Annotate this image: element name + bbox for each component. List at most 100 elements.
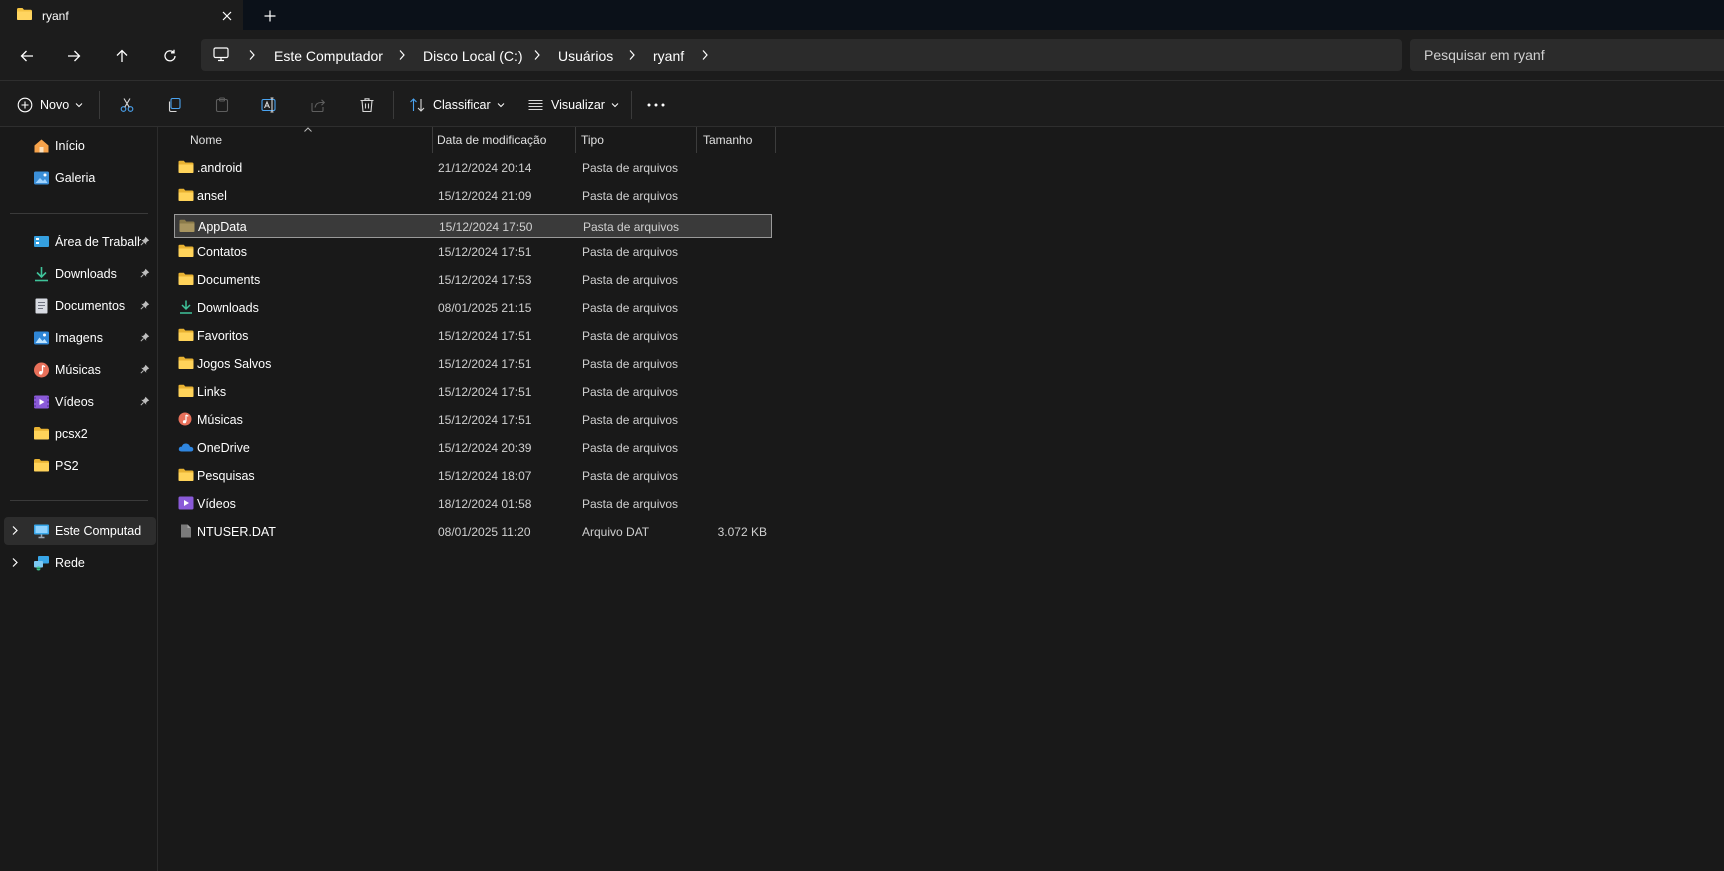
table-row[interactable]: Vídeos 18/12/2024 01:58 Pasta de arquivo… [174,491,772,517]
arrow-up-icon[interactable] [110,44,134,68]
sidebar-item-ps2[interactable]: PS2 [0,452,158,480]
gallery-icon [33,170,50,186]
paste-icon[interactable] [210,93,234,117]
table-row[interactable]: Contatos 15/12/2024 17:51 Pasta de arqui… [174,239,772,265]
pin-icon[interactable] [140,364,150,374]
sidebar-item-label: Início [55,139,85,153]
pin-icon[interactable] [140,300,150,310]
table-row[interactable]: Pesquisas 15/12/2024 18:07 Pasta de arqu… [174,463,772,489]
file-type: Pasta de arquivos [583,220,680,234]
file-size: 3.072 KB [717,525,767,539]
table-row-selected[interactable]: AppData 15/12/2024 17:50 Pasta de arquiv… [174,214,772,238]
column-resize-handle[interactable] [775,127,776,153]
chevron-right-icon[interactable] [398,49,406,61]
tab-ryanf[interactable]: ryanf [0,0,243,30]
address-row: Este Computador Disco Local (C:) Usuário… [0,30,1724,80]
pin-icon[interactable] [140,236,150,246]
column-header-label: Data de modificação [437,133,547,147]
sidebar-item-label: Músicas [55,363,101,377]
chevron-right-icon[interactable] [248,49,256,61]
sidebar-item-este-computador[interactable]: Este Computador [4,517,156,545]
view-button-label: Visualizar [551,98,605,112]
table-row[interactable]: ansel 15/12/2024 21:09 Pasta de arquivos [174,183,772,209]
refresh-icon[interactable] [158,44,182,68]
sort-icon [409,97,426,113]
breadcrumb-usuarios[interactable]: Usuários [558,48,613,64]
arrow-left-icon[interactable] [15,44,39,68]
video-icon [33,394,50,410]
table-row[interactable]: Músicas 15/12/2024 17:51 Pasta de arquiv… [174,407,772,433]
search-input[interactable] [1424,46,1704,64]
navigation-pane: Início Galeria Área de Trabalho Download… [0,127,158,871]
more-icon[interactable] [644,93,668,117]
column-header-label: Tipo [581,133,604,147]
chevron-down-icon [611,102,619,108]
monitor-icon[interactable] [213,47,229,62]
sidebar-item-area-de-trabalho[interactable]: Área de Trabalho [0,228,158,256]
table-row[interactable]: .android 21/12/2024 20:14 Pasta de arqui… [174,155,772,181]
breadcrumb-este-computador[interactable]: Este Computador [274,48,383,64]
sidebar-divider [10,500,148,501]
video-icon [178,496,194,510]
view-button[interactable]: Visualizar [527,93,619,117]
chevron-right-icon[interactable] [11,557,19,568]
pin-icon[interactable] [140,396,150,406]
file-name: Vídeos [197,497,236,511]
file-name: Documents [197,273,261,287]
table-row[interactable]: NTUSER.DAT 08/01/2025 11:20 Arquivo DAT … [174,519,772,545]
address-bar[interactable]: Este Computador Disco Local (C:) Usuário… [201,39,1402,71]
search-box[interactable] [1410,39,1724,71]
cut-icon[interactable] [115,93,139,117]
title-bar: ryanf [0,0,1724,30]
sidebar-item-inicio[interactable]: Início [0,132,158,160]
delete-icon[interactable] [355,93,379,117]
share-icon[interactable] [306,93,330,117]
sidebar-item-label: pcsx2 [55,427,88,441]
column-header-tipo[interactable]: Tipo [576,127,696,153]
table-row[interactable]: Favoritos 15/12/2024 17:51 Pasta de arqu… [174,323,772,349]
table-row[interactable]: Jogos Salvos 15/12/2024 17:51 Pasta de a… [174,351,772,377]
table-row[interactable]: Documents 15/12/2024 17:53 Pasta de arqu… [174,267,772,293]
new-button-label: Novo [40,98,70,112]
sidebar-item-pcsx2[interactable]: pcsx2 [0,420,158,448]
file-type: Pasta de arquivos [582,497,679,511]
table-row[interactable]: Downloads 08/01/2025 21:15 Pasta de arqu… [174,295,772,321]
sort-button[interactable]: Classificar [409,93,505,117]
breadcrumb-ryanf[interactable]: ryanf [653,48,684,64]
new-button[interactable]: Novo [17,93,83,117]
pin-icon[interactable] [140,268,150,278]
chevron-right-icon[interactable] [701,49,709,61]
file-date: 15/12/2024 17:51 [438,245,532,259]
file-date: 15/12/2024 20:39 [438,441,532,455]
sidebar-item-galeria[interactable]: Galeria [0,164,158,192]
sidebar-item-videos[interactable]: Vídeos [0,388,158,416]
sidebar-item-musicas[interactable]: Músicas [0,356,158,384]
close-icon[interactable] [218,7,236,25]
table-row[interactable]: Links 15/12/2024 17:51 Pasta de arquivos [174,379,772,405]
toolbar-divider [631,91,632,119]
chevron-right-icon[interactable] [11,525,19,536]
view-list-icon [527,97,544,113]
sidebar-item-rede[interactable]: Rede [0,549,158,577]
pin-icon[interactable] [140,332,150,342]
sidebar-item-imagens[interactable]: Imagens [0,324,158,352]
table-row[interactable]: OneDrive 15/12/2024 20:39 Pasta de arqui… [174,435,772,461]
sidebar-item-documentos[interactable]: Documentos [0,292,158,320]
column-header-nome[interactable]: Nome [159,127,432,153]
sidebar-item-downloads[interactable]: Downloads [0,260,158,288]
command-bar: Novo Classificar Visualizar [0,80,1724,127]
file-date: 15/12/2024 17:51 [438,413,532,427]
arrow-right-icon[interactable] [62,44,86,68]
copy-icon[interactable] [162,93,186,117]
rename-icon[interactable] [258,93,282,117]
plus-icon[interactable] [261,7,279,25]
column-header-data[interactable]: Data de modificação [433,127,575,153]
chevron-right-icon[interactable] [533,49,541,61]
sidebar-item-label: Rede [55,556,85,570]
folder-icon [33,458,50,474]
folder-icon [178,272,194,286]
chevron-right-icon[interactable] [628,49,636,61]
column-header-tamanho[interactable]: Tamanho [697,127,775,153]
file-type: Pasta de arquivos [582,189,679,203]
breadcrumb-disco-local[interactable]: Disco Local (C:) [423,48,523,64]
